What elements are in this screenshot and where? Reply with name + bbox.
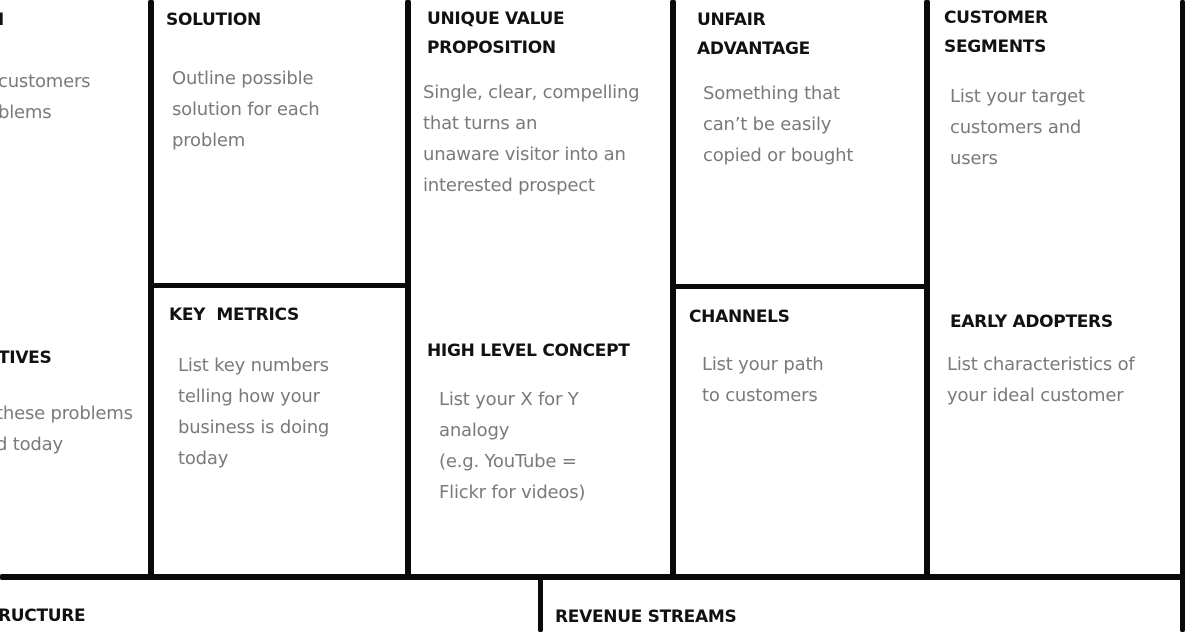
early-adopters-text: List characteristics of your ideal custo… bbox=[947, 354, 1135, 406]
channels-text: List your path to customers bbox=[702, 354, 824, 406]
divider-line bbox=[152, 283, 406, 288]
existing-alternatives-title: TIVES bbox=[0, 348, 52, 368]
divider-line bbox=[148, 0, 154, 580]
divider-line bbox=[1180, 0, 1185, 632]
early-adopters-title: EARLY ADOPTERS bbox=[950, 312, 1113, 332]
divider-line bbox=[674, 284, 926, 289]
revenue-streams-title: REVENUE STREAMS bbox=[555, 607, 737, 627]
divider-line bbox=[670, 0, 676, 580]
divider-line bbox=[924, 0, 930, 580]
divider-line bbox=[538, 578, 543, 632]
customer-segments-text: List your target customers and users bbox=[950, 86, 1085, 169]
unfair-advantage-text: Something that can’t be easily copied or… bbox=[703, 83, 854, 166]
solution-text: Outline possible solution for each probl… bbox=[172, 68, 320, 151]
high-level-concept-text: List your X for Y analogy (e.g. YouTube … bbox=[439, 389, 586, 503]
customer-segments-title: CUSTOMER SEGMENTS bbox=[944, 8, 1048, 57]
key-metrics-title: KEY METRICS bbox=[169, 305, 299, 325]
divider-line bbox=[0, 574, 1185, 580]
uvp-text: Single, clear, compelling that turns an … bbox=[423, 82, 640, 196]
problem-title: N bbox=[0, 6, 4, 35]
channels-title: CHANNELS bbox=[689, 307, 790, 327]
cost-structure-title: RUCTURE bbox=[0, 606, 86, 626]
key-metrics-text: List key numbers telling how your busine… bbox=[178, 355, 330, 469]
problem-text: customers blems bbox=[0, 71, 91, 123]
uvp-title: UNIQUE VALUE PROPOSITION bbox=[427, 9, 565, 58]
high-level-concept-title: HIGH LEVEL CONCEPT bbox=[427, 341, 630, 361]
unfair-advantage-title: UNFAIR ADVANTAGE bbox=[697, 10, 810, 59]
existing-alternatives-text: these problems d today bbox=[0, 403, 133, 455]
divider-line bbox=[405, 0, 411, 580]
solution-title: SOLUTION bbox=[166, 10, 261, 30]
